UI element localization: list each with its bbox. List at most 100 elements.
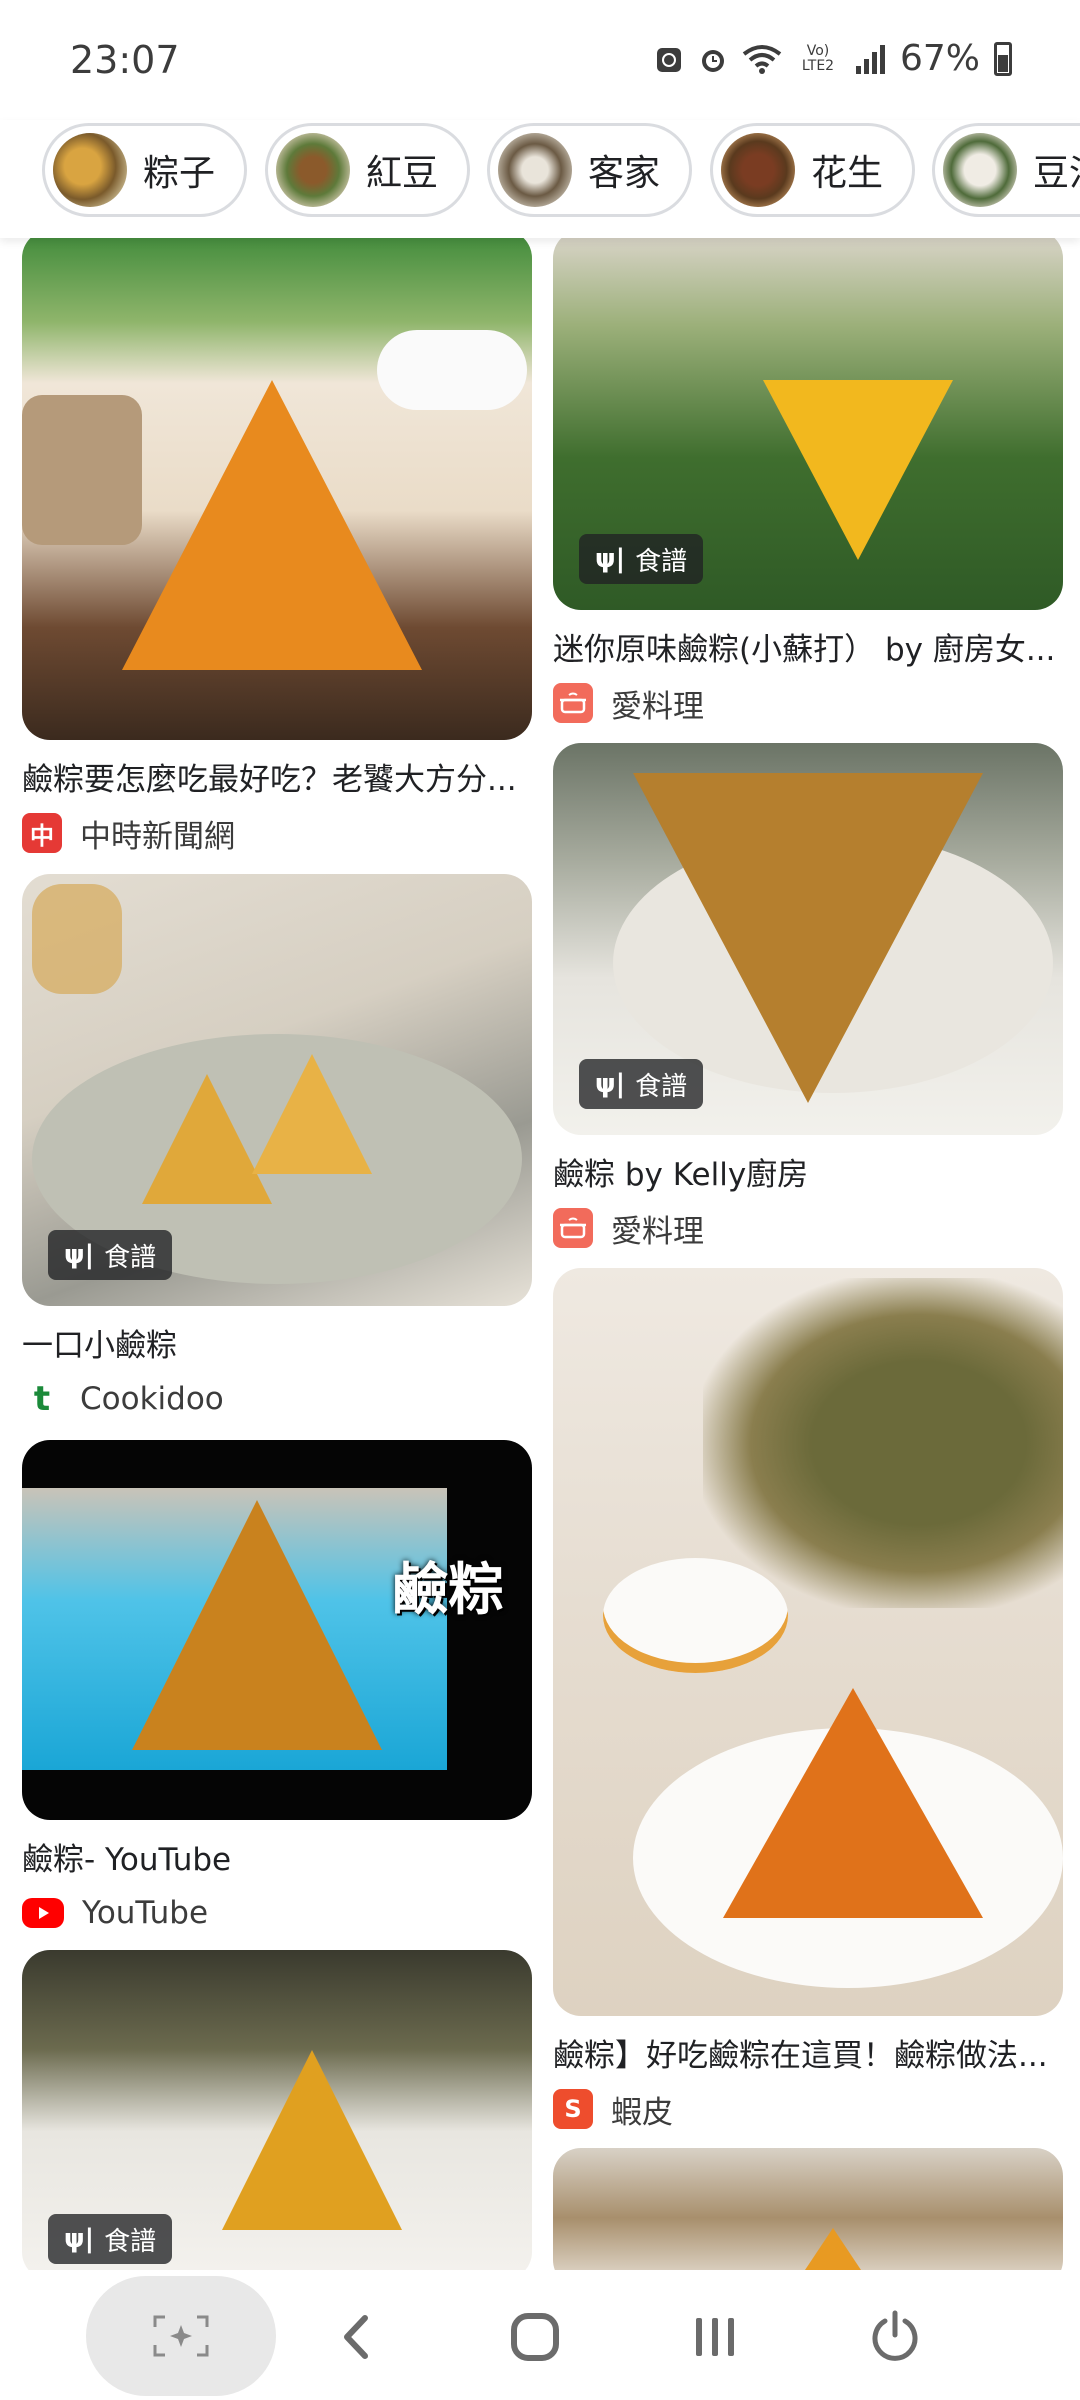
icook-icon bbox=[553, 683, 593, 723]
home-icon bbox=[511, 2313, 559, 2361]
result-source: YouTube bbox=[22, 1893, 532, 1933]
fork-knife-icon: ψ| bbox=[595, 544, 626, 574]
result-title: 鹼粽】好吃鹼粽在這買！鹼粽做法... bbox=[553, 2038, 1048, 2074]
alarm-icon bbox=[701, 49, 724, 72]
chip-label: 客家 bbox=[588, 153, 661, 194]
status-time: 23:07 bbox=[70, 38, 180, 82]
system-navigation-bar bbox=[0, 2270, 1080, 2400]
shopee-icon: S bbox=[553, 2089, 593, 2129]
fork-knife-icon: ψ| bbox=[595, 1069, 626, 1099]
source-name: 中時新聞網 bbox=[80, 818, 235, 855]
chip-zongzi[interactable]: 粽子 bbox=[42, 123, 247, 217]
wifi-icon bbox=[742, 44, 782, 74]
fork-knife-icon: ψ| bbox=[64, 1240, 95, 1270]
result-source: 愛料理 bbox=[553, 1208, 1063, 1250]
cooking-pot-icon bbox=[560, 692, 586, 714]
leaf-wrapped-zongzi bbox=[22, 395, 142, 545]
chip-red-bean[interactable]: 紅豆 bbox=[265, 123, 470, 217]
result-card[interactable]: ψ| 食譜 鹼粽 by Kelly廚房 愛料理 bbox=[553, 743, 1063, 1250]
chip-label: 紅豆 bbox=[366, 153, 439, 194]
badge-label: 食譜 bbox=[635, 1071, 688, 1102]
fork-knife-icon: ψ| bbox=[64, 2224, 95, 2254]
home-button[interactable] bbox=[500, 2302, 570, 2372]
chip-label: 花生 bbox=[811, 153, 884, 194]
result-image[interactable] bbox=[22, 238, 532, 740]
chip-thumbnail bbox=[53, 133, 127, 207]
result-title: 鹼粽要怎麼吃最好吃？老饕大方分... bbox=[22, 762, 517, 798]
result-card[interactable]: 鹼粽 鹼粽- YouTube YouTube bbox=[22, 1440, 532, 1933]
chip-thumbnail bbox=[498, 133, 572, 207]
youtube-icon bbox=[22, 1898, 64, 1928]
badge-label: 食譜 bbox=[635, 546, 688, 577]
result-card[interactable]: ψ| 食譜 迷你原味鹼粽(小蘇打） by 廚房女... 愛料理 bbox=[553, 238, 1063, 725]
recycle-notification-icon bbox=[656, 47, 681, 72]
power-icon bbox=[872, 2310, 918, 2361]
result-image[interactable]: ψ| 食譜 bbox=[553, 238, 1063, 610]
status-bar: 23:07 Vo) LTE2 67% bbox=[0, 0, 1080, 120]
zongzi-shape bbox=[222, 2050, 402, 2230]
result-source: 愛料理 bbox=[553, 683, 1063, 725]
result-title: 鹼粽- YouTube bbox=[22, 1842, 232, 1878]
back-button[interactable] bbox=[322, 2302, 392, 2372]
result-image[interactable] bbox=[553, 1268, 1063, 2016]
result-card[interactable]: ψ| 食譜 bbox=[22, 1950, 532, 2270]
chinatimes-icon: 中 bbox=[22, 813, 62, 853]
teapot-shape bbox=[377, 330, 527, 410]
result-image[interactable]: ψ| 食譜 bbox=[22, 874, 532, 1306]
badge-label: 食譜 bbox=[104, 2226, 157, 2257]
status-icons: Vo) LTE2 67% bbox=[654, 38, 1012, 79]
cooking-pot-icon bbox=[560, 1217, 586, 1239]
chip-thumbnail bbox=[276, 133, 350, 207]
chip-thumbnail bbox=[721, 133, 795, 207]
screen-search-button[interactable] bbox=[86, 2276, 276, 2396]
zongzi-shape bbox=[723, 1688, 983, 1918]
zongzi-shape bbox=[763, 380, 953, 560]
badge-label: 食譜 bbox=[104, 1242, 157, 1273]
result-source: S 蝦皮 bbox=[553, 2089, 1063, 2131]
result-card[interactable] bbox=[553, 2148, 1063, 2270]
source-name: YouTube bbox=[82, 1895, 209, 1931]
recent-apps-icon bbox=[696, 2318, 734, 2356]
result-card[interactable]: 鹼粽】好吃鹼粽在這買！鹼粽做法... S 蝦皮 bbox=[553, 1268, 1063, 2131]
zongzi-shape bbox=[793, 2228, 873, 2270]
zongzi-shape bbox=[122, 380, 422, 670]
chip-label: 粽子 bbox=[143, 153, 216, 194]
zongzi-shape bbox=[132, 1500, 382, 1750]
recent-apps-button[interactable] bbox=[680, 2302, 750, 2372]
lens-scan-icon bbox=[153, 2315, 209, 2357]
result-title: 鹼粽 by Kelly廚房 bbox=[553, 1157, 809, 1193]
network-label: Vo) LTE2 bbox=[801, 42, 835, 74]
result-image[interactable]: 鹼粽 bbox=[22, 1440, 532, 1820]
back-chevron-icon bbox=[344, 2315, 368, 2359]
result-source: 中 中時新聞網 bbox=[22, 813, 532, 855]
leaf-zongzi-pile bbox=[703, 1278, 1063, 1608]
cookidoo-icon: t bbox=[33, 1379, 51, 1419]
related-search-chips: 粽子 紅豆 客家 花生 豆沙 bbox=[0, 120, 1080, 238]
recipe-badge: ψ| 食譜 bbox=[579, 534, 704, 584]
battery-percent: 67% bbox=[899, 38, 980, 79]
source-name: Cookidoo bbox=[80, 1381, 224, 1417]
signal-icon bbox=[855, 44, 885, 74]
tea-cup-shape bbox=[32, 884, 122, 994]
power-button[interactable] bbox=[860, 2302, 930, 2372]
source-name: 愛料理 bbox=[611, 688, 704, 725]
chip-label: 豆沙 bbox=[1033, 153, 1080, 194]
result-title: 一口小鹼粽 bbox=[22, 1328, 177, 1364]
chip-thumbnail bbox=[943, 133, 1017, 207]
result-image[interactable]: ψ| 食譜 bbox=[553, 743, 1063, 1135]
zongzi-shape bbox=[633, 773, 983, 1103]
source-name: 愛料理 bbox=[611, 1213, 704, 1250]
image-results-feed: 鹼粽要怎麼吃最好吃？老饕大方分... 中 中時新聞網 ψ| 食譜 一口小鹼粽 t… bbox=[0, 238, 1080, 2270]
result-image[interactable] bbox=[553, 2148, 1063, 2270]
chip-peanut[interactable]: 花生 bbox=[710, 123, 915, 217]
syrup-dish bbox=[603, 1558, 788, 1673]
result-image[interactable]: ψ| 食譜 bbox=[22, 1950, 532, 2270]
result-card[interactable]: 鹼粽要怎麼吃最好吃？老饕大方分... 中 中時新聞網 bbox=[22, 238, 532, 855]
chip-hakka[interactable]: 客家 bbox=[487, 123, 692, 217]
video-overlay-text: 鹼粽 bbox=[392, 1558, 504, 1623]
result-source: t Cookidoo bbox=[22, 1379, 532, 1419]
recipe-badge: ψ| 食譜 bbox=[579, 1059, 704, 1109]
chip-bean-paste[interactable]: 豆沙 bbox=[932, 123, 1080, 217]
result-card[interactable]: ψ| 食譜 一口小鹼粽 t Cookidoo bbox=[22, 874, 532, 1419]
zongzi-shape bbox=[252, 1054, 372, 1174]
